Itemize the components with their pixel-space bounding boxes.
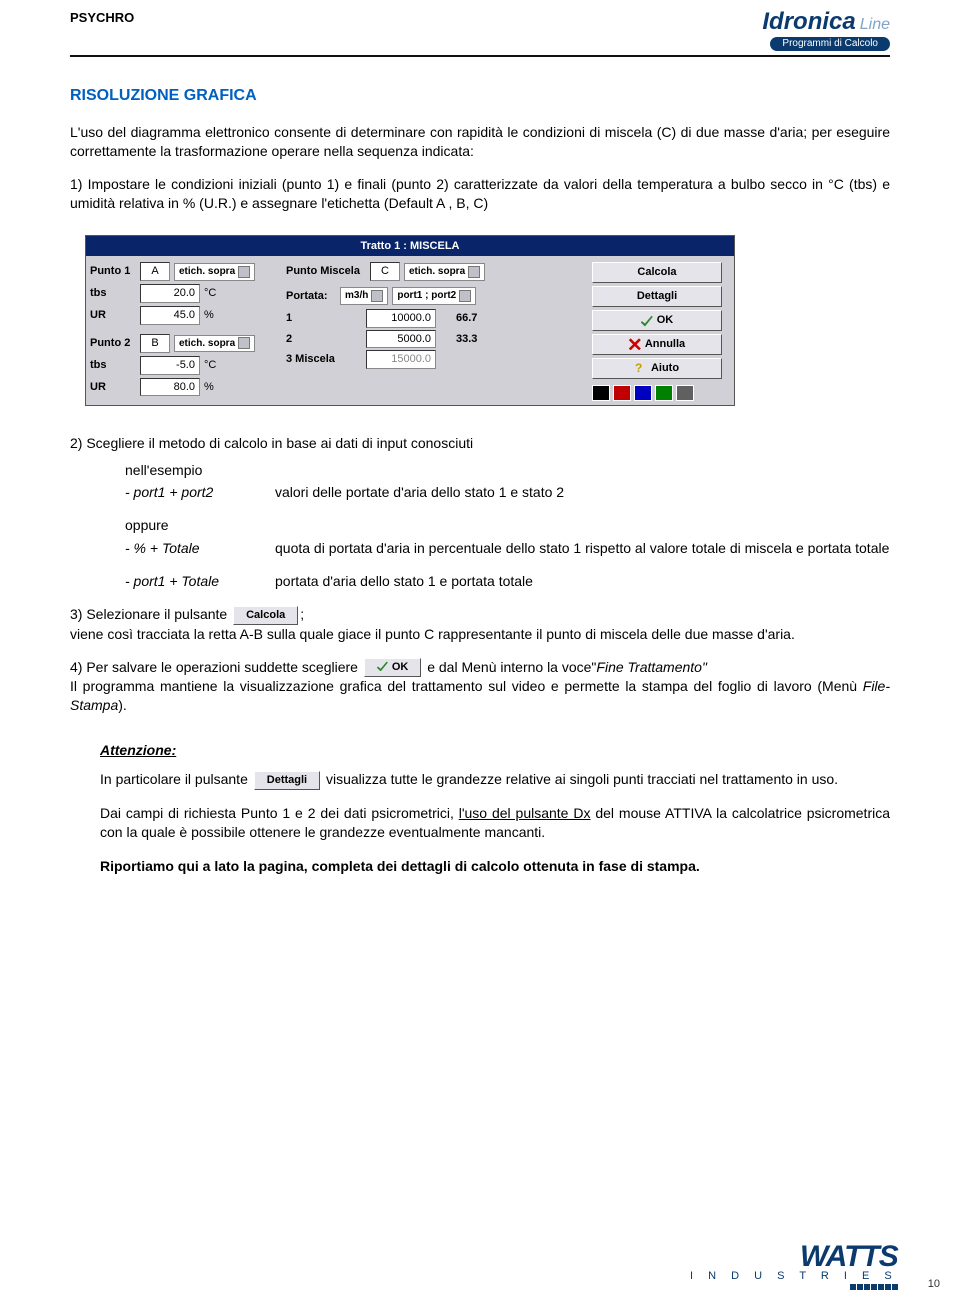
- logo-tag: Programmi di Calcolo: [770, 37, 890, 51]
- row2-pct: 33.3: [456, 332, 490, 347]
- row3-value: 15000.0: [366, 350, 436, 369]
- row2-num: 2: [286, 332, 346, 347]
- example-header: nell'esempio: [125, 461, 275, 480]
- app-name: PSYCHRO: [70, 10, 134, 25]
- ur1-label: UR: [90, 308, 136, 323]
- page-title: RISOLUZIONE GRAFICA: [70, 87, 890, 105]
- portata-basis-dropdown[interactable]: port1 ; port2: [392, 287, 476, 305]
- check-icon: [641, 315, 653, 327]
- color-black[interactable]: [592, 385, 610, 401]
- punto2-etichetta-dropdown[interactable]: etich. sopra: [174, 335, 255, 353]
- tbs2-input[interactable]: -5.0: [140, 356, 200, 375]
- opt-pct-totale-desc: quota di portata d'aria in percentuale d…: [275, 539, 890, 558]
- punto1-etichetta-dropdown[interactable]: etich. sopra: [174, 263, 255, 281]
- intro-paragraph: L'uso del diagramma elettronico consente…: [70, 123, 890, 161]
- x-icon: [629, 338, 641, 350]
- portata-label: Portata:: [286, 289, 336, 304]
- tbs1-label: tbs: [90, 286, 136, 301]
- ok-inline-button[interactable]: OK: [364, 658, 422, 677]
- final-note: Riportiamo qui a lato la pagina, complet…: [100, 857, 890, 876]
- step-1-text: 1) Impostare le condizioni iniziali (pun…: [70, 175, 890, 213]
- page-number: 10: [928, 1278, 940, 1290]
- opt-pct-totale: - % + Totale: [125, 539, 275, 558]
- color-blue[interactable]: [634, 385, 652, 401]
- row1-pct: 66.7: [456, 311, 490, 326]
- step-4: 4) Per salvare le operazioni suddette sc…: [70, 658, 890, 716]
- punto1-label: Punto 1: [90, 264, 136, 279]
- step-3: 3) Selezionare il pulsante Calcola; vien…: [70, 605, 890, 644]
- tbs2-label: tbs: [90, 358, 136, 373]
- logo-sub: Line: [860, 16, 890, 33]
- punto2-label: Punto 2: [90, 336, 136, 351]
- ur2-input[interactable]: 80.0: [140, 378, 200, 397]
- check-icon: [377, 660, 388, 671]
- color-palette[interactable]: [592, 385, 722, 401]
- right-click-note: Dai campi di richiesta Punto 1 e 2 dei d…: [100, 804, 890, 842]
- tbs1-unit: °C: [204, 286, 216, 301]
- watts-logo: WATTS I N D U S T R I E S: [690, 1240, 898, 1290]
- calcola-button[interactable]: Calcola: [592, 262, 722, 283]
- question-icon: ?: [635, 362, 647, 374]
- ur2-label: UR: [90, 380, 136, 395]
- row3-label: 3 Miscela: [286, 352, 346, 367]
- ok-button[interactable]: OK: [592, 310, 722, 331]
- punto2-value[interactable]: B: [140, 334, 170, 353]
- punto-miscela-label: Punto Miscela: [286, 264, 366, 279]
- calcola-inline-button[interactable]: Calcola: [233, 606, 298, 625]
- miscela-panel: Tratto 1 : MISCELA Punto 1 A etich. sopr…: [85, 235, 735, 406]
- ur2-unit: %: [204, 380, 214, 395]
- portata-unit-dropdown[interactable]: m3/h: [340, 287, 388, 305]
- color-red[interactable]: [613, 385, 631, 401]
- punto1-value[interactable]: A: [140, 262, 170, 281]
- opt-port1-totale-desc: portata d'aria dello stato 1 e portata t…: [275, 572, 890, 591]
- brand-logo: Idronica Line Programmi di Calcolo: [762, 10, 890, 51]
- punto-miscela-value[interactable]: C: [370, 262, 400, 281]
- oppure-label: oppure: [125, 516, 275, 535]
- page-header: PSYCHRO Idronica Line Programmi di Calcol…: [70, 10, 890, 51]
- row2-value[interactable]: 5000.0: [366, 330, 436, 349]
- tbs2-unit: °C: [204, 358, 216, 373]
- dettagli-inline-button[interactable]: Dettagli: [254, 771, 320, 790]
- step-2: 2) Scegliere il metodo di calcolo in bas…: [70, 434, 890, 453]
- tbs1-input[interactable]: 20.0: [140, 284, 200, 303]
- ur1-unit: %: [204, 308, 214, 323]
- color-gray[interactable]: [676, 385, 694, 401]
- page-footer: WATTS I N D U S T R I E S 10: [70, 1240, 940, 1290]
- row1-value[interactable]: 10000.0: [366, 309, 436, 328]
- attention-header: Attenzione:: [100, 741, 890, 760]
- header-rule: [70, 55, 890, 57]
- panel-title: Tratto 1 : MISCELA: [86, 236, 734, 257]
- punto-miscela-dropdown[interactable]: etich. sopra: [404, 263, 485, 281]
- attention-text: In particolare il pulsante Dettagli visu…: [100, 770, 890, 790]
- color-green[interactable]: [655, 385, 673, 401]
- aiuto-button[interactable]: ?Aiuto: [592, 358, 722, 379]
- step-1: 1) Impostare le condizioni iniziali (pun…: [70, 175, 890, 213]
- ur1-input[interactable]: 45.0: [140, 306, 200, 325]
- dettagli-button[interactable]: Dettagli: [592, 286, 722, 307]
- annulla-button[interactable]: Annulla: [592, 334, 722, 355]
- opt-port1-totale: - port1 + Totale: [125, 572, 275, 591]
- row1-num: 1: [286, 311, 346, 326]
- opt-port1-port2-desc: valori delle portate d'aria dello stato …: [275, 483, 890, 502]
- logo-main: Idronica: [762, 8, 855, 35]
- opt-port1-port2: - port1 + port2: [125, 483, 275, 502]
